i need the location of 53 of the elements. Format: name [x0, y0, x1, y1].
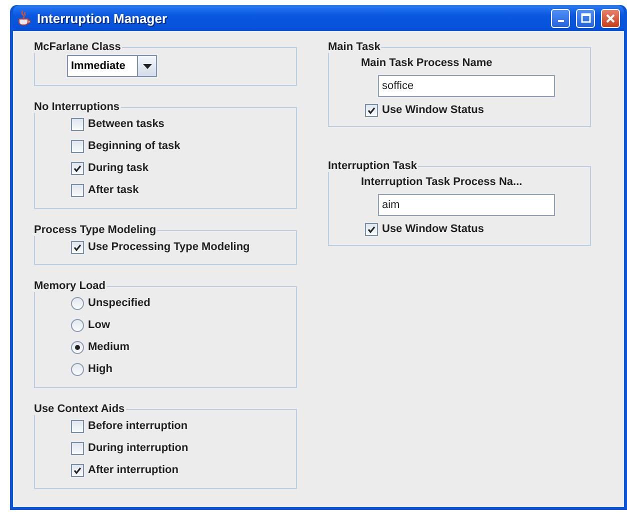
close-button[interactable]	[601, 8, 620, 28]
checkbox-option[interactable]: During interruption	[35, 437, 296, 459]
check-icon	[73, 242, 82, 252]
radio-button[interactable]	[71, 362, 84, 376]
checkbox[interactable]	[71, 420, 84, 432]
checkbox-option[interactable]: Use Window Status	[329, 218, 590, 240]
checkbox[interactable]	[71, 184, 84, 196]
group-title: Memory Load	[33, 280, 107, 292]
checkbox[interactable]	[71, 140, 84, 152]
radio-option[interactable]: High	[35, 358, 296, 380]
checkbox-option[interactable]: During task	[35, 157, 296, 179]
check-icon	[367, 106, 376, 114]
group-title: McFarlane Class	[33, 41, 122, 53]
group-title: No Interruptions	[33, 101, 121, 113]
checkbox-option[interactable]: Use Window Status	[329, 99, 590, 121]
maximize-button[interactable]	[576, 8, 595, 28]
radio-option[interactable]: Low	[35, 314, 296, 336]
process-name-field[interactable]: aim	[378, 194, 555, 216]
checkbox-option[interactable]: Before interruption	[35, 415, 296, 437]
close-icon	[606, 14, 615, 22]
checkbox-option[interactable]: Beginning of task	[35, 135, 296, 157]
checkbox[interactable]	[71, 162, 84, 174]
checkbox-option[interactable]: After interruption	[35, 459, 296, 481]
radio-button[interactable]	[71, 340, 84, 354]
checkbox[interactable]	[71, 442, 84, 454]
radio-option[interactable]: Medium	[35, 336, 296, 358]
radio-button[interactable]	[71, 318, 84, 332]
radio-button[interactable]	[71, 296, 84, 310]
window-title: Interruption Manager	[37, 10, 168, 26]
checkbox[interactable]	[71, 240, 84, 254]
field-label: Interruption Task Process Na...	[360, 175, 524, 190]
radio-option[interactable]: Unspecified	[35, 292, 296, 314]
field-label: Main Task Process Name	[360, 56, 494, 71]
check-icon	[73, 164, 82, 172]
checkbox-option[interactable]: Between tasks	[35, 113, 296, 135]
checkbox[interactable]	[71, 118, 84, 130]
check-icon	[73, 466, 82, 474]
checkbox[interactable]	[365, 222, 378, 236]
check-icon	[367, 224, 376, 234]
group-title: Process Type Modeling	[33, 224, 158, 236]
group-title: Use Context Aids	[33, 403, 126, 415]
maximize-icon	[580, 13, 590, 23]
process-name-field[interactable]: soffice	[378, 75, 555, 97]
checkbox[interactable]	[71, 464, 84, 476]
group-title: Main Task	[327, 41, 382, 53]
group-title: Interruption Task	[327, 160, 418, 172]
minimize-button[interactable]	[551, 8, 570, 28]
cup-icon	[17, 10, 31, 26]
checkbox-option[interactable]: After task	[35, 179, 296, 201]
caret-icon	[142, 64, 152, 68]
checkbox-option[interactable]: Use Processing Type Modeling	[35, 236, 296, 258]
checkbox[interactable]	[365, 104, 378, 116]
class-dropdown[interactable]: Immediate	[67, 55, 157, 77]
